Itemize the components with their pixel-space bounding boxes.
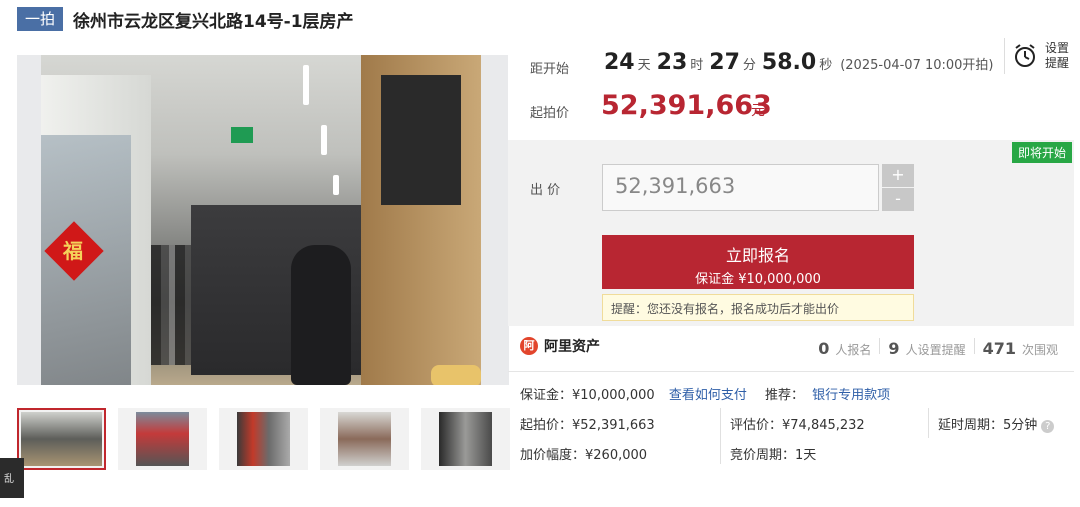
auction-round-tag: 一拍 [17, 7, 64, 31]
delay-period: 延时周期：5分钟 [938, 418, 1038, 433]
view-count-label: 次围观 [1021, 343, 1058, 357]
thumbnail-3[interactable] [219, 408, 308, 470]
ali-assets-icon: 阿 [520, 337, 538, 355]
page-header: 一拍 徐州市云龙区复兴北路14号-1层房产 [17, 7, 354, 32]
register-button[interactable]: 立即报名 保证金 ¥10,000,000 [602, 235, 914, 289]
countdown-seconds: 58.0 [761, 50, 817, 75]
countdown-hours: 23 [656, 50, 688, 75]
how-to-pay-link[interactable]: 查看如何支付 [669, 388, 747, 403]
set-reminder-button[interactable]: 设置提醒 [1004, 38, 1075, 74]
property-photo: 福 [41, 55, 481, 385]
register-deposit-label: 保证金 ¥10,000,000 [695, 272, 821, 287]
stats-row: 0 人报名 9 人设置提醒 471 次围观 [810, 338, 1066, 358]
stat-divider [973, 338, 975, 354]
platform-name: 阿里资产 [544, 339, 600, 355]
bid-block: 即将开始 出 价 52,391,663 + - 立即报名 保证金 ¥10,000… [508, 140, 1074, 326]
signup-count-label: 人报名 [835, 343, 872, 357]
reminder-count-label: 人设置提醒 [905, 343, 966, 357]
stats-bar: 阿 阿里资产 0 人报名 9 人设置提醒 471 次围观 [508, 326, 1074, 372]
recommend-link[interactable]: 银行专用款项 [812, 388, 890, 403]
start-price-label: 起拍价 [530, 106, 570, 121]
appraisal-price: 评估价：¥74,845,232 [730, 418, 865, 433]
start-time-note: (2025-04-07 10:00开拍) [840, 58, 994, 73]
thumbnail-4[interactable] [320, 408, 409, 470]
auction-panel: 距开始 24 天 23 时 27 分 58.0 秒 (2025-04-07 10… [508, 32, 1074, 326]
side-tab[interactable]: 乱 [0, 458, 24, 498]
deposit-text: 保证金：¥10,000,000 [520, 388, 655, 403]
bidding-cycle: 竞价周期：1天 [730, 448, 817, 463]
countdown-days: 24 [604, 50, 635, 75]
countdown-days-unit: 天 [637, 58, 651, 73]
main-photo[interactable]: 福 [17, 55, 509, 385]
platform-logo[interactable]: 阿 阿里资产 [520, 336, 600, 356]
page-title: 徐州市云龙区复兴北路14号-1层房产 [73, 11, 354, 32]
view-count: 471 [982, 339, 1016, 358]
register-tip: 提醒：您还没有报名，报名成功后才能出价 [602, 294, 914, 321]
bid-label: 出 价 [530, 183, 561, 198]
countdown-seconds-unit: 秒 [819, 58, 833, 73]
set-reminder-label: 设置提醒 [1045, 41, 1070, 70]
decrease-bid-button[interactable]: - [882, 188, 914, 211]
countdown-block: 距开始 24 天 23 时 27 分 58.0 秒 (2025-04-07 10… [508, 32, 1074, 140]
countdown-label: 距开始 [530, 62, 570, 77]
start-price-value: 52,391,663 [601, 90, 772, 121]
increase-bid-button[interactable]: + [882, 164, 914, 187]
start-price-detail: 起拍价：¥52,391,663 [520, 418, 655, 433]
start-price-unit: 元 [751, 103, 765, 119]
help-icon[interactable]: ? [1041, 420, 1055, 433]
thumbnail-strip [17, 408, 522, 470]
reminder-count: 9 [888, 339, 900, 358]
register-button-label: 立即报名 [725, 246, 790, 265]
signup-count: 0 [818, 339, 830, 358]
stat-divider [879, 338, 881, 354]
detail-divider [928, 408, 929, 438]
delay-period-row: 延时周期：5分钟? [938, 414, 1055, 433]
thumbnail-2[interactable] [118, 408, 207, 470]
alarm-clock-icon [1015, 44, 1035, 67]
bid-amount-input[interactable]: 52,391,663 [602, 164, 879, 211]
increment-detail: 加价幅度：¥260,000 [520, 448, 648, 463]
deposit-row: 保证金：¥10,000,000 查看如何支付 推荐： 银行专用款项 [520, 384, 890, 403]
countdown-timer: 24 天 23 时 27 分 58.0 秒 (2025-04-07 10:00开… [604, 50, 994, 75]
status-badge: 即将开始 [1011, 142, 1072, 163]
detail-divider [720, 408, 721, 464]
countdown-hours-unit: 时 [690, 58, 704, 73]
thumbnail-5[interactable] [421, 408, 510, 470]
bid-stepper: + - [882, 164, 914, 212]
countdown-minutes-unit: 分 [742, 58, 756, 73]
recommend-label: 推荐： [765, 388, 805, 403]
thumbnail-1[interactable] [17, 408, 106, 470]
countdown-minutes: 27 [709, 50, 740, 75]
